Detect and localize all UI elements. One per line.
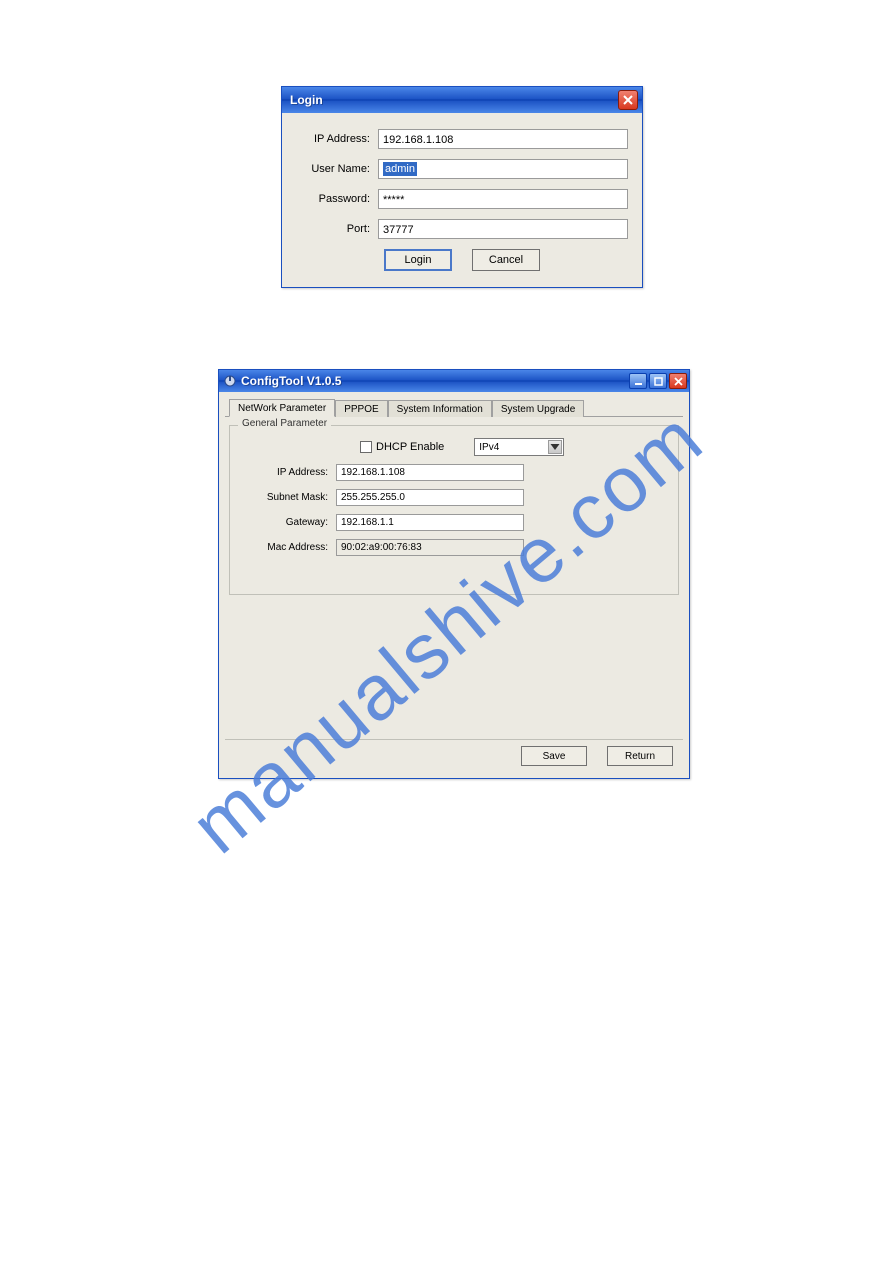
app-icon xyxy=(223,374,237,388)
cfg-gateway-input[interactable] xyxy=(336,514,524,531)
tab-pppoe[interactable]: PPPOE xyxy=(335,400,387,417)
checkbox-icon xyxy=(360,441,372,453)
cfg-ip-label: IP Address: xyxy=(240,467,328,478)
bottom-button-bar: Save Return xyxy=(225,739,683,772)
close-button[interactable] xyxy=(669,373,687,389)
tab-network-parameter[interactable]: NetWork Parameter xyxy=(229,399,335,417)
cfg-subnet-label: Subnet Mask: xyxy=(240,492,328,503)
window-controls xyxy=(629,373,687,389)
cfg-ip-input[interactable] xyxy=(336,464,524,481)
port-input[interactable]: 37777 xyxy=(378,219,628,239)
dhcp-enable-label: DHCP Enable xyxy=(376,441,444,453)
close-button[interactable] xyxy=(618,90,638,110)
ip-version-value: IPv4 xyxy=(479,442,499,453)
cfg-gateway-label: Gateway: xyxy=(240,517,328,528)
return-button[interactable]: Return xyxy=(607,746,673,766)
login-dialog: Login IP Address: 192.168.1.108 User Nam… xyxy=(281,86,643,288)
ip-address-label: IP Address: xyxy=(296,133,378,145)
login-titlebar[interactable]: Login xyxy=(282,87,642,113)
port-label: Port: xyxy=(296,223,378,235)
cancel-button[interactable]: Cancel xyxy=(472,249,540,271)
cfg-subnet-input[interactable] xyxy=(336,489,524,506)
tab-system-upgrade[interactable]: System Upgrade xyxy=(492,400,584,417)
minimize-icon xyxy=(634,377,643,386)
configtool-title: ConfigTool V1.0.5 xyxy=(241,374,341,388)
close-icon xyxy=(623,95,633,105)
close-icon xyxy=(674,377,683,386)
password-label: Password: xyxy=(296,193,378,205)
chevron-down-icon xyxy=(548,440,562,454)
login-title: Login xyxy=(290,93,323,107)
configtool-window: ConfigTool V1.0.5 NetWork Parameter PPPO… xyxy=(218,369,690,779)
configtool-body: NetWork Parameter PPPOE System Informati… xyxy=(219,392,689,778)
configtool-titlebar[interactable]: ConfigTool V1.0.5 xyxy=(219,370,689,392)
general-parameter-group: General Parameter DHCP Enable IPv4 IP Ad… xyxy=(229,425,679,595)
cfg-mac-label: Mac Address: xyxy=(240,542,328,553)
tab-bar: NetWork Parameter PPPOE System Informati… xyxy=(225,398,683,417)
ip-address-input[interactable]: 192.168.1.108 xyxy=(378,129,628,149)
user-name-label: User Name: xyxy=(296,163,378,175)
ip-version-select[interactable]: IPv4 xyxy=(474,438,564,456)
maximize-button[interactable] xyxy=(649,373,667,389)
password-input[interactable]: ***** xyxy=(378,189,628,209)
user-name-input[interactable]: admin xyxy=(378,159,628,179)
minimize-button[interactable] xyxy=(629,373,647,389)
cfg-mac-input xyxy=(336,539,524,556)
maximize-icon xyxy=(654,377,663,386)
save-button[interactable]: Save xyxy=(521,746,587,766)
login-button[interactable]: Login xyxy=(384,249,452,271)
dhcp-enable-checkbox[interactable]: DHCP Enable xyxy=(360,441,444,453)
login-body: IP Address: 192.168.1.108 User Name: adm… xyxy=(282,113,642,287)
tab-system-information[interactable]: System Information xyxy=(388,400,492,417)
fieldset-legend: General Parameter xyxy=(238,418,331,429)
